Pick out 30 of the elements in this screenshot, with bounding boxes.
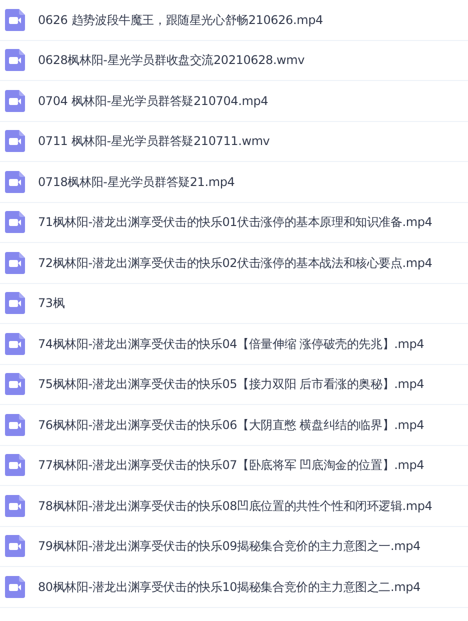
- video-file-icon: [5, 332, 25, 355]
- file-name[interactable]: 73枫: [38, 294, 65, 312]
- video-file-icon: [5, 576, 25, 598]
- file-name[interactable]: 72枫林阳-潜龙出渊享受伏击的快乐02伏击涨停的基本战法和核心要点.mp4: [38, 254, 432, 272]
- video-file-icon: [5, 292, 25, 314]
- video-file-icon: [5, 454, 25, 476]
- video-file-icon: [5, 170, 25, 193]
- file-name[interactable]: 0626 趋势波段牛魔王，跟随星光心舒畅210626.mp4: [38, 10, 323, 29]
- file-name[interactable]: 76枫林阳-潜龙出渊享受伏击的快乐06【大阴直憋 横盘纠结的临界】.mp4: [38, 416, 424, 434]
- video-file-icon: [5, 49, 25, 72]
- video-file-icon: [5, 211, 25, 234]
- video-file-icon: [5, 494, 25, 517]
- video-file-icon: [5, 414, 25, 436]
- video-file-icon: [5, 535, 25, 558]
- file-name[interactable]: 78枫林阳-潜龙出渊享受伏击的快乐08凹底位置的共性个性和闭环逻辑.mp4: [38, 496, 432, 515]
- video-file-icon: [5, 252, 25, 274]
- video-file-icon: [5, 90, 25, 112]
- file-name[interactable]: 75枫林阳-潜龙出渊享受伏击的快乐05【接力双阳 后市看涨的奥秘】.mp4: [38, 375, 424, 394]
- file-name[interactable]: 80枫林阳-潜龙出渊享受伏击的快乐10揭秘集合竞价的主力意图之二.mp4: [38, 578, 420, 596]
- file-name[interactable]: 71枫林阳-潜龙出渊享受伏击的快乐01伏击涨停的基本原理和知识准备.mp4: [38, 213, 432, 232]
- file-name[interactable]: 77枫林阳-潜龙出渊享受伏击的快乐07【卧底将军 凹底淘金的位置】.mp4: [38, 456, 424, 474]
- file-name[interactable]: 0718枫林阳-星光学员群答疑21.mp4: [38, 172, 235, 191]
- file-name[interactable]: 0704 枫林阳-星光学员群答疑210704.mp4: [38, 92, 268, 110]
- video-file-icon: [5, 8, 25, 31]
- video-file-icon: [5, 130, 25, 152]
- file-name[interactable]: 79枫林阳-潜龙出渊享受伏击的快乐09揭秘集合竞价的主力意图之一.mp4: [38, 537, 420, 556]
- video-file-icon: [5, 373, 25, 396]
- file-name[interactable]: 0711 枫林阳-星光学员群答疑210711.wmv: [38, 132, 270, 150]
- file-name[interactable]: 0628枫林阳-星光学员群收盘交流20210628.wmv: [38, 51, 305, 70]
- file-name[interactable]: 74枫林阳-潜龙出渊享受伏击的快乐04【倍量伸缩 涨停破壳的先兆】.mp4: [38, 334, 424, 353]
